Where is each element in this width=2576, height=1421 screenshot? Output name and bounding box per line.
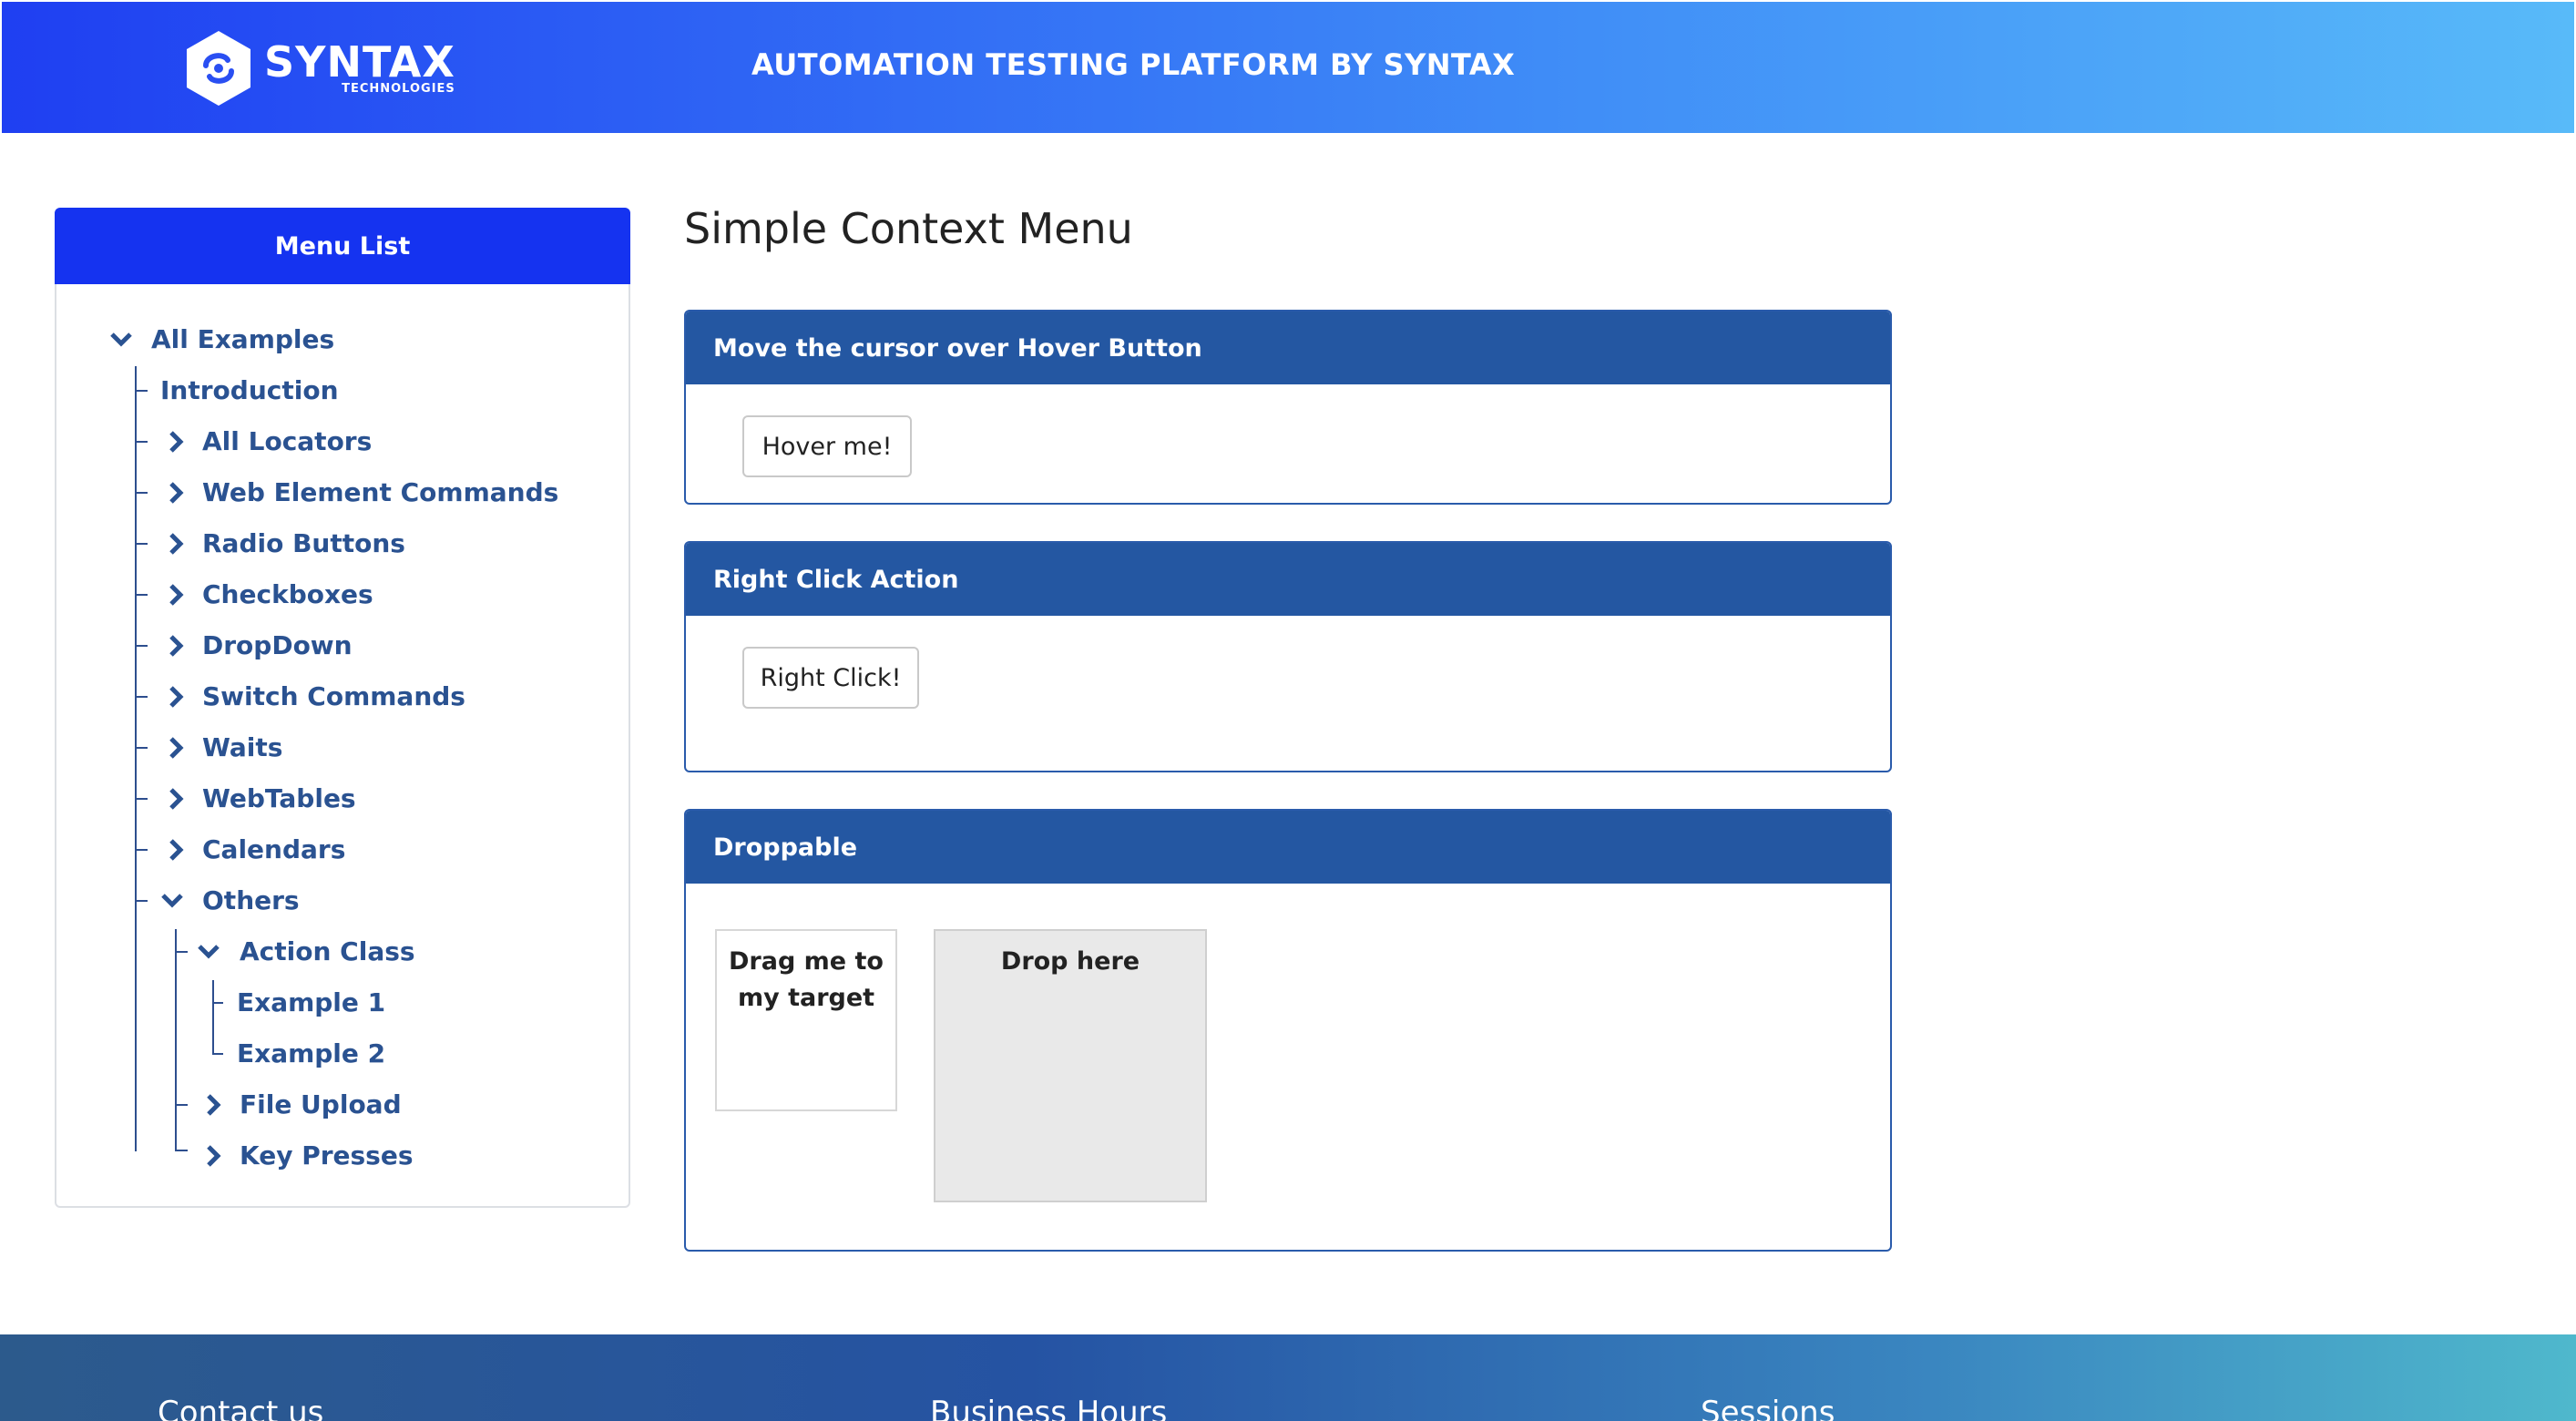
menu-item-file-upload[interactable]: File Upload [240,1089,402,1120]
menu-item-all-locators[interactable]: All Locators [202,426,372,457]
menu-item-radio-buttons[interactable]: Radio Buttons [202,528,405,559]
menu-item-calendars[interactable]: Calendars [202,834,345,865]
chevron-down-icon[interactable] [107,324,135,355]
chevron-right-icon[interactable] [162,681,189,712]
footer-sessions: Sessions [1701,1395,1835,1421]
menu-item-key-presses[interactable]: Key Presses [240,1140,414,1171]
draggable-box[interactable]: Drag me to my target [715,929,897,1111]
menu-item-dropdown[interactable]: DropDown [202,630,353,661]
chevron-down-icon[interactable] [195,936,222,967]
hover-card-heading: Move the cursor over Hover Button [686,312,1890,384]
menu-item-checkboxes[interactable]: Checkboxes [202,579,373,610]
menu-item-example-1[interactable]: Example 1 [237,987,385,1018]
footer-business-hours: Business Hours [930,1395,1168,1421]
chevron-right-icon[interactable] [162,579,189,610]
chevron-right-icon[interactable] [162,630,189,661]
chevron-right-icon[interactable] [162,732,189,763]
menu-item-introduction[interactable]: Introduction [160,375,339,406]
header-title: AUTOMATION TESTING PLATFORM BY SYNTAX [751,47,1516,82]
right-click-card-heading: Right Click Action [686,543,1890,616]
menu-list-title: Menu List [55,208,630,284]
tree-line-others [175,929,177,1151]
site-footer: Contact us Business Hours Sessions [0,1334,2576,1421]
menu-list-panel: Menu List All Examples Introduction All … [55,208,630,1208]
menu-item-web-element-commands[interactable]: Web Element Commands [202,477,558,508]
chevron-right-icon[interactable] [162,528,189,559]
chevron-right-icon[interactable] [199,1140,227,1171]
droppable-card-heading: Droppable [686,811,1890,884]
page-title: Simple Context Menu [684,204,1133,253]
menu-item-waits[interactable]: Waits [202,732,282,763]
drop-target[interactable]: Drop here [934,929,1207,1202]
menu-item-others[interactable]: Others [202,885,300,916]
menu-item-webtables[interactable]: WebTables [202,783,356,814]
tree-line-main [135,366,137,1151]
syntax-logo-icon [187,31,250,106]
footer-contact-us: Contact us [158,1395,324,1421]
menu-item-all-examples[interactable]: All Examples [151,324,334,355]
site-header: SYNTAX TECHNOLOGIES AUTOMATION TESTING P… [2,2,2574,133]
hover-card: Move the cursor over Hover Button Hover … [684,310,1892,505]
chevron-right-icon[interactable] [199,1089,227,1120]
chevron-right-icon[interactable] [162,477,189,508]
right-click-button[interactable]: Right Click! [742,647,919,709]
chevron-down-icon[interactable] [158,885,186,916]
menu-item-example-2[interactable]: Example 2 [237,1038,385,1069]
droppable-card: Droppable Drag me to my target Drop here [684,809,1892,1252]
right-click-card: Right Click Action Right Click! [684,541,1892,772]
menu-item-action-class[interactable]: Action Class [240,936,415,967]
chevron-right-icon[interactable] [162,426,189,457]
hover-me-button[interactable]: Hover me! [742,415,912,477]
chevron-right-icon[interactable] [162,783,189,814]
chevron-right-icon[interactable] [162,834,189,865]
menu-item-switch-commands[interactable]: Switch Commands [202,681,465,712]
logo-wordmark: SYNTAX [264,37,455,87]
syntax-logo[interactable]: SYNTAX TECHNOLOGIES [184,29,455,107]
